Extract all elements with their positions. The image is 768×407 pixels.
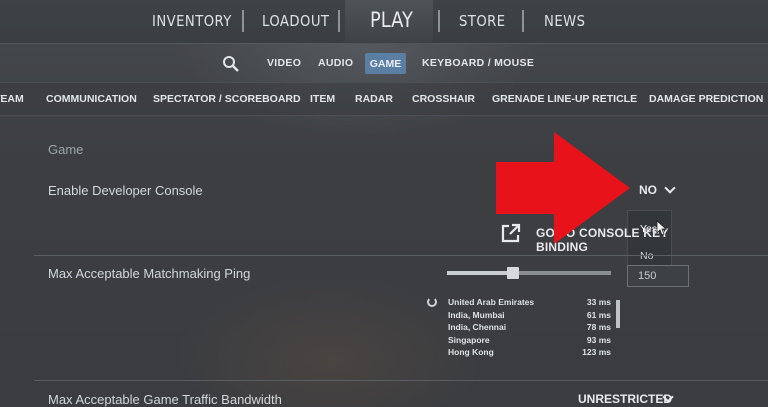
ping-region: Hong Kong: [448, 347, 494, 357]
nav-inventory[interactable]: INVENTORY: [152, 12, 232, 30]
ping-value: 150: [638, 270, 657, 282]
ping-ms: 78 ms: [586, 322, 611, 332]
ping-region: Singapore: [448, 335, 490, 345]
nav-separator: [522, 10, 524, 32]
ping-row: Singapore 93 ms: [448, 335, 614, 347]
nav-separator: [338, 10, 340, 32]
nav-loadout[interactable]: LOADOUT: [262, 12, 329, 30]
chevron-down-icon: [664, 182, 676, 194]
tab-keyboard-mouse[interactable]: KEYBOARD / MOUSE: [422, 57, 534, 69]
divider: [34, 380, 768, 381]
category-grenade-lineup-reticle[interactable]: GRENADE LINE-UP RETICLE: [492, 93, 637, 105]
nav-play[interactable]: PLAY: [370, 8, 413, 32]
ping-ms: 61 ms: [586, 310, 611, 320]
category-spectator-scoreboard[interactable]: SPECTATOR / SCOREBOARD: [153, 93, 301, 105]
dev-console-label: Enable Developer Console: [48, 183, 203, 198]
settings-tabs: VIDEO AUDIO GAME KEYBOARD / MOUSE: [0, 44, 768, 82]
ping-slider-fill: [447, 271, 513, 275]
tab-video[interactable]: VIDEO: [267, 57, 301, 69]
ping-row: India, Mumbai 61 ms: [448, 310, 614, 322]
ping-row: India, Chennai 78 ms: [448, 322, 614, 334]
nav-store[interactable]: STORE: [459, 12, 506, 30]
ping-ms: 93 ms: [586, 335, 611, 345]
category-damage-prediction[interactable]: DAMAGE PREDICTION: [649, 93, 763, 105]
ping-region: United Arab Emirates: [448, 297, 535, 307]
category-crosshair[interactable]: CROSSHAIR: [412, 93, 475, 105]
bandwidth-value: UNRESTRICTED: [578, 392, 673, 406]
top-navigation: INVENTORY LOADOUT PLAY STORE NEWS: [0, 0, 768, 44]
nav-news[interactable]: NEWS: [544, 12, 585, 30]
ping-ms: 33 ms: [586, 297, 611, 307]
category-radar[interactable]: RADAR: [355, 93, 393, 105]
ping-value-input[interactable]: 150: [627, 265, 689, 287]
category-item[interactable]: ITEM: [310, 93, 335, 105]
ping-slider-handle[interactable]: [506, 267, 519, 279]
refresh-icon[interactable]: [427, 297, 437, 307]
bandwidth-select[interactable]: UNRESTRICTED: [574, 388, 684, 407]
divider: [34, 255, 768, 256]
category-bar: TEAM COMMUNICATION SPECTATOR / SCOREBOAR…: [0, 82, 768, 116]
ping-list-scrollbar[interactable]: [616, 300, 620, 328]
bandwidth-label: Max Acceptable Game Traffic Bandwidth: [48, 392, 282, 407]
search-icon[interactable]: [222, 55, 240, 73]
section-title: Game: [48, 142, 84, 157]
ping-region: India, Mumbai: [448, 310, 505, 320]
ping-row: United Arab Emirates 33 ms: [448, 297, 614, 309]
tab-game-label: GAME: [369, 58, 402, 70]
nav-separator: [438, 10, 440, 32]
ping-row: Hong Kong 123 ms: [448, 347, 614, 359]
category-communication[interactable]: COMMUNICATION: [46, 93, 137, 105]
matchmaking-ping-label: Max Acceptable Matchmaking Ping: [48, 266, 251, 281]
tab-audio[interactable]: AUDIO: [318, 57, 353, 69]
red-arrow-annotation: [496, 132, 630, 244]
mouse-cursor-icon: [656, 220, 668, 236]
tab-game[interactable]: GAME: [365, 53, 406, 74]
ping-region: India, Chennai: [448, 322, 507, 332]
ping-ms: 123 ms: [582, 347, 611, 357]
category-team[interactable]: TEAM: [0, 93, 24, 105]
dev-console-select[interactable]: NO: [630, 178, 688, 202]
nav-separator: [242, 10, 244, 32]
dev-console-value: NO: [639, 183, 657, 197]
